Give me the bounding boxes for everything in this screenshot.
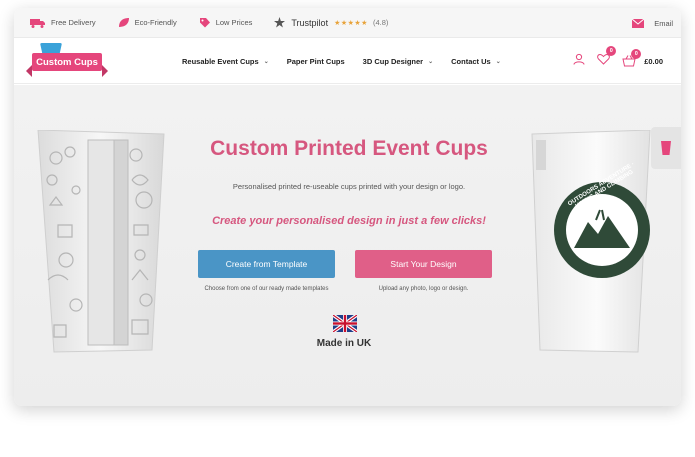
eco-friendly: Eco-Friendly [118, 17, 177, 28]
free-delivery: Free Delivery [30, 18, 96, 28]
nav-paper-pint-cups[interactable]: Paper Pint Cups [287, 57, 345, 66]
cart-total: £0.00 [644, 56, 663, 66]
logo-text: Custom Cups [32, 53, 102, 71]
wishlist-button[interactable]: 0 [597, 46, 617, 70]
nav-label: 3D Cup Designer [362, 56, 424, 66]
start-your-design-button[interactable]: Start Your Design [355, 250, 492, 278]
low-prices-label: Low Prices [215, 18, 253, 27]
hero-title: Custom Printed Event Cups [210, 137, 488, 160]
nav-3d-cup-designer[interactable]: 3D Cup Designer ⌄ [363, 57, 433, 66]
tag-icon [199, 18, 210, 28]
top-info-bar: Free Delivery Eco-Friendly Low Prices Tr… [14, 8, 681, 38]
nav-reusable-event-cups[interactable]: Reusable Event Cups ⌄ [182, 57, 269, 66]
wishlist-count-badge: 0 [606, 46, 617, 56]
cart-count-badge: 0 [631, 49, 642, 59]
cup-icon [661, 141, 671, 155]
main-nav: Reusable Event Cups ⌄ Paper Pint Cups 3D… [182, 38, 519, 84]
site-header: Custom Cups Reusable Event Cups ⌄ Paper … [14, 38, 681, 84]
hero-section: Custom Printed Event Cups Personalised p… [14, 85, 681, 406]
nav-label: Reusable Event Cups [182, 56, 259, 66]
chevron-down-icon: ⌄ [495, 58, 501, 65]
cart-button[interactable]: 0 £0.00 [622, 49, 663, 67]
browser-frame: Free Delivery Eco-Friendly Low Prices Tr… [14, 8, 681, 406]
hero-subtitle: Personalised printed re-useable cups pri… [232, 182, 466, 191]
star-icon [274, 17, 286, 28]
decorated-cup-image [37, 130, 165, 353]
account-button[interactable] [573, 52, 585, 70]
rating-value: (4.8) [372, 18, 389, 27]
email-label: Email [654, 18, 673, 28]
nav-label: Contact Us [451, 56, 491, 66]
truck-icon [30, 18, 45, 28]
trustpilot-rating[interactable]: Trustpilot ★★★★★ (4.8) [274, 17, 388, 28]
uk-flag-icon [333, 315, 357, 332]
start-design-caption: Upload any photo, logo or design. [378, 286, 469, 292]
free-delivery-label: Free Delivery [51, 18, 96, 27]
logo-ribbon-tail-right [102, 65, 108, 77]
chevron-down-icon: ⌄ [428, 58, 434, 65]
email-link[interactable]: Email [632, 8, 673, 38]
create-from-template-button[interactable]: Create from Template [198, 250, 335, 278]
nav-label: Paper Pint Cups [286, 56, 345, 66]
made-in-uk-label: Made in UK [316, 338, 372, 349]
user-icon [573, 53, 585, 65]
template-caption: Choose from one of our ready made templa… [204, 286, 329, 292]
envelope-icon [632, 18, 645, 28]
site-logo[interactable]: Custom Cups [26, 43, 110, 79]
header-actions: 0 0 £0.00 [561, 38, 663, 84]
hero-tagline: Create your personalised design in just … [212, 215, 486, 227]
nav-contact-us[interactable]: Contact Us ⌄ [451, 57, 501, 66]
low-prices: Low Prices [199, 17, 253, 28]
side-cart-tab[interactable] [651, 127, 681, 169]
rating-stars: ★★★★★ [334, 19, 368, 27]
trustpilot-label: Trustpilot [291, 17, 329, 28]
eco-friendly-label: Eco-Friendly [134, 18, 177, 27]
chevron-down-icon: ⌄ [263, 58, 269, 65]
leaf-icon [118, 18, 129, 27]
